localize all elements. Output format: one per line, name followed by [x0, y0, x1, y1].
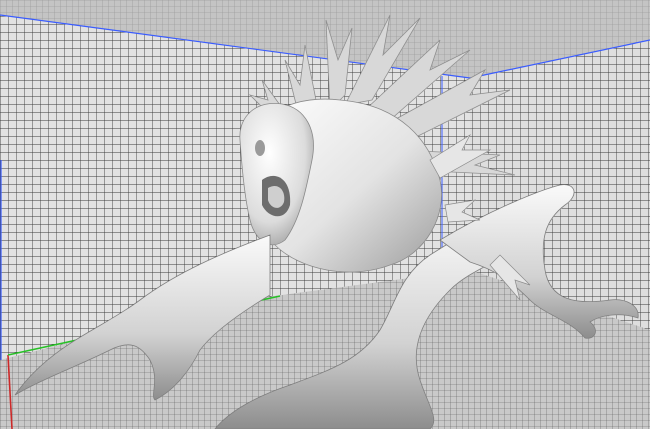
viewport-canvas[interactable]: [0, 0, 650, 429]
creature-eye: [255, 140, 265, 156]
3d-viewport[interactable]: [0, 0, 650, 429]
